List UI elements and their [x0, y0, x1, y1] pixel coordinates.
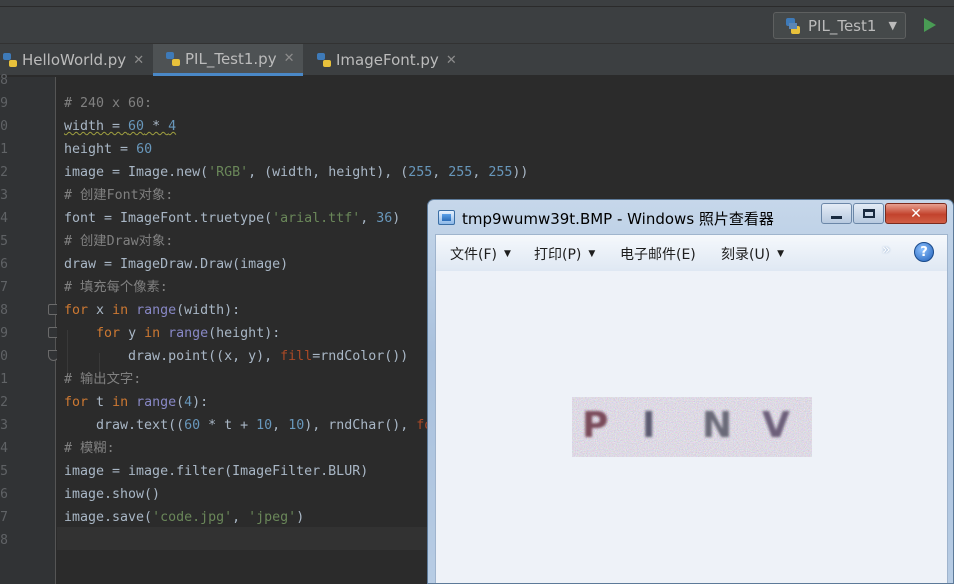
- viewer-menubar: 文件(F) ▼ 打印(P) ▼ 电子邮件(E) 刻录(U) ▼ » ?: [435, 234, 948, 271]
- minimize-button[interactable]: [821, 203, 852, 224]
- code-line: font = ImageFont.truetype('arial.ttf', 3…: [64, 211, 401, 226]
- menu-label: 打印(P): [534, 247, 582, 263]
- code-line: for t in range(4):: [64, 395, 209, 410]
- line-number: 7: [0, 280, 8, 295]
- window-titlebar[interactable]: tmp9wumw39t.BMP - Windows 照片查看器 ✕: [428, 200, 953, 234]
- overflow-chevron-icon[interactable]: »: [882, 242, 891, 258]
- menu-file[interactable]: 文件(F) ▼: [450, 244, 511, 264]
- code-line: draw.text((60 * t + 10, 10), rndChar(), …: [64, 418, 433, 433]
- editor-tabs: HelloWorld.py ✕ PIL_Test1.py ✕ ImageFont…: [0, 44, 954, 76]
- line-number: 3: [0, 188, 8, 203]
- line-number: 4: [0, 441, 8, 456]
- code-line: image.show(): [64, 487, 161, 502]
- line-number: 8: [0, 533, 8, 548]
- tab-helloworld[interactable]: HelloWorld.py ✕: [0, 44, 152, 76]
- close-icon[interactable]: ✕: [284, 51, 295, 66]
- maximize-button[interactable]: [853, 203, 884, 224]
- python-file-icon: [166, 51, 180, 66]
- code-line: height = 60: [64, 142, 153, 157]
- code-line: # 240 x 60:: [64, 96, 153, 111]
- close-icon[interactable]: ✕: [446, 53, 457, 68]
- tab-label: PIL_Test1.py: [185, 49, 277, 68]
- run-configuration-select[interactable]: PIL_Test1 ▼: [773, 12, 906, 39]
- code-line: # 创建Draw对象:: [64, 234, 174, 249]
- tab-label: ImageFont.py: [336, 51, 439, 69]
- line-number-gutter: 8 9 0 1 2 3 4 5 6 7 8 9 0 1 2 3 4 5 6 7 …: [0, 73, 59, 584]
- line-number: 5: [0, 464, 8, 479]
- line-number: 9: [0, 326, 8, 341]
- line-number: 0: [0, 349, 8, 364]
- chevron-down-icon: ▼: [888, 19, 897, 32]
- code-line: # 输出文字:: [64, 372, 142, 387]
- line-number: 2: [0, 165, 8, 180]
- menu-label: 电子邮件(E): [620, 247, 696, 263]
- line-number: 0: [0, 119, 8, 134]
- menu-label: 文件(F): [450, 247, 497, 263]
- captcha-char: P: [582, 405, 609, 446]
- line-number: 8: [0, 303, 8, 318]
- code-line: for x in range(width):: [64, 303, 241, 318]
- play-icon[interactable]: [922, 17, 938, 33]
- menu-burn[interactable]: 刻录(U) ▼: [721, 244, 784, 264]
- minimize-icon: [831, 216, 842, 219]
- menu-print[interactable]: 打印(P) ▼: [534, 244, 595, 264]
- code-line: width = 60 * 4: [64, 119, 177, 134]
- close-button[interactable]: ✕: [885, 203, 947, 224]
- tab-label: HelloWorld.py: [22, 51, 127, 69]
- ide-toolbar: PIL_Test1 ▼: [0, 7, 954, 44]
- photo-viewer-window[interactable]: tmp9wumw39t.BMP - Windows 照片查看器 ✕ 文件(F) …: [427, 199, 954, 584]
- close-icon: ✕: [910, 205, 922, 222]
- help-icon[interactable]: ?: [914, 242, 934, 262]
- window-title: tmp9wumw39t.BMP - Windows 照片查看器: [462, 210, 774, 228]
- code-line: draw = ImageDraw.Draw(image): [64, 257, 289, 272]
- code-line: # 创建Font对象:: [64, 188, 174, 203]
- line-number: 1: [0, 142, 8, 157]
- code-line: draw.point((x, y), fill=rndColor()): [64, 349, 409, 364]
- code-line: image = Image.new('RGB', (width, height)…: [64, 165, 529, 180]
- menu-email[interactable]: 电子邮件(E): [620, 244, 696, 264]
- line-number: 6: [0, 257, 8, 272]
- dropdown-arrow-icon: ▼: [588, 249, 596, 259]
- python-file-icon: [317, 53, 331, 67]
- captcha-char: N: [702, 405, 733, 446]
- code-line: # 模糊:: [64, 441, 115, 456]
- captcha-char: V: [762, 405, 790, 446]
- captcha-char: I: [642, 405, 656, 446]
- main-menu-strip: [0, 0, 954, 7]
- line-number: 7: [0, 510, 8, 525]
- close-icon[interactable]: ✕: [133, 53, 144, 68]
- line-number: 6: [0, 487, 8, 502]
- tab-imagefont[interactable]: ImageFont.py ✕: [304, 44, 462, 76]
- captcha-image: P I N V: [572, 397, 812, 457]
- line-number: 1: [0, 372, 8, 387]
- python-file-icon: [3, 53, 17, 67]
- python-file-icon: [786, 17, 800, 34]
- code-line: image.save('code.jpg', 'jpeg'): [64, 510, 305, 525]
- line-number: 4: [0, 211, 8, 226]
- code-line: image = image.filter(ImageFilter.BLUR): [64, 464, 369, 479]
- line-number: 2: [0, 395, 8, 410]
- line-number: 3: [0, 418, 8, 433]
- dropdown-arrow-icon: ▼: [777, 249, 785, 259]
- maximize-icon: [862, 209, 875, 218]
- line-number: 9: [0, 96, 8, 111]
- run-configuration-label: PIL_Test1: [808, 16, 877, 35]
- code-line: for y in range(height):: [96, 326, 281, 341]
- photo-viewer-icon: [438, 210, 455, 225]
- tab-pil-test1[interactable]: PIL_Test1.py ✕: [153, 44, 303, 76]
- code-line: # 填充每个像素:: [64, 280, 168, 295]
- line-number: 5: [0, 234, 8, 249]
- dropdown-arrow-icon: ▼: [503, 249, 511, 259]
- image-display-area: P I N V: [435, 271, 948, 583]
- menu-label: 刻录(U): [721, 247, 771, 263]
- line-number: 8: [0, 73, 8, 88]
